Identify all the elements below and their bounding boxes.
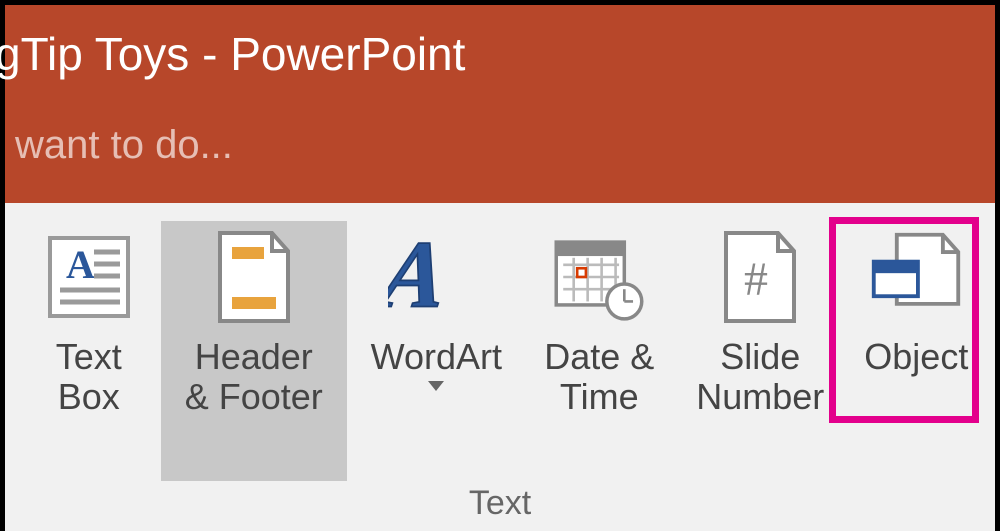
slide-number-icon: #	[712, 227, 808, 327]
header-footer-label-2: & Footer	[185, 377, 323, 417]
svg-text:A: A	[66, 242, 95, 287]
group-label: Text	[5, 484, 995, 523]
text-box-button[interactable]: A Text Box	[25, 221, 153, 481]
window-title: gTip Toys - PowerPoint	[0, 28, 465, 80]
date-time-label-2: Time	[544, 377, 654, 417]
tell-me-input[interactable]: want to do...	[5, 105, 995, 203]
text-box-label-2: Box	[56, 377, 122, 417]
slide-number-label-2: Number	[696, 377, 824, 417]
object-icon	[868, 227, 964, 327]
object-button[interactable]: Object	[848, 221, 985, 481]
svg-text:A: A	[388, 227, 454, 327]
slide-number-label-1: Slide	[696, 337, 824, 377]
dropdown-caret-icon	[428, 381, 444, 391]
wordart-button[interactable]: A WordArt	[353, 221, 520, 481]
date-time-icon	[551, 227, 647, 327]
svg-text:#: #	[744, 253, 768, 306]
slide-number-button[interactable]: # Slide Number	[677, 221, 844, 481]
date-time-label-1: Date &	[544, 337, 654, 377]
date-time-button[interactable]: Date & Time	[526, 221, 673, 481]
tell-me-placeholder: want to do...	[15, 123, 233, 167]
object-label: Object	[864, 337, 968, 377]
text-box-icon: A	[41, 227, 137, 327]
header-footer-button[interactable]: Header & Footer	[161, 221, 347, 481]
header-footer-icon	[206, 227, 302, 327]
header-footer-label-1: Header	[185, 337, 323, 377]
title-bar: gTip Toys - PowerPoint	[5, 5, 995, 105]
text-box-label-1: Text	[56, 337, 122, 377]
wordart-label: WordArt	[371, 337, 502, 377]
wordart-icon: A	[388, 227, 484, 327]
ribbon-text-group: A Text Box Header & Footer	[5, 203, 995, 531]
